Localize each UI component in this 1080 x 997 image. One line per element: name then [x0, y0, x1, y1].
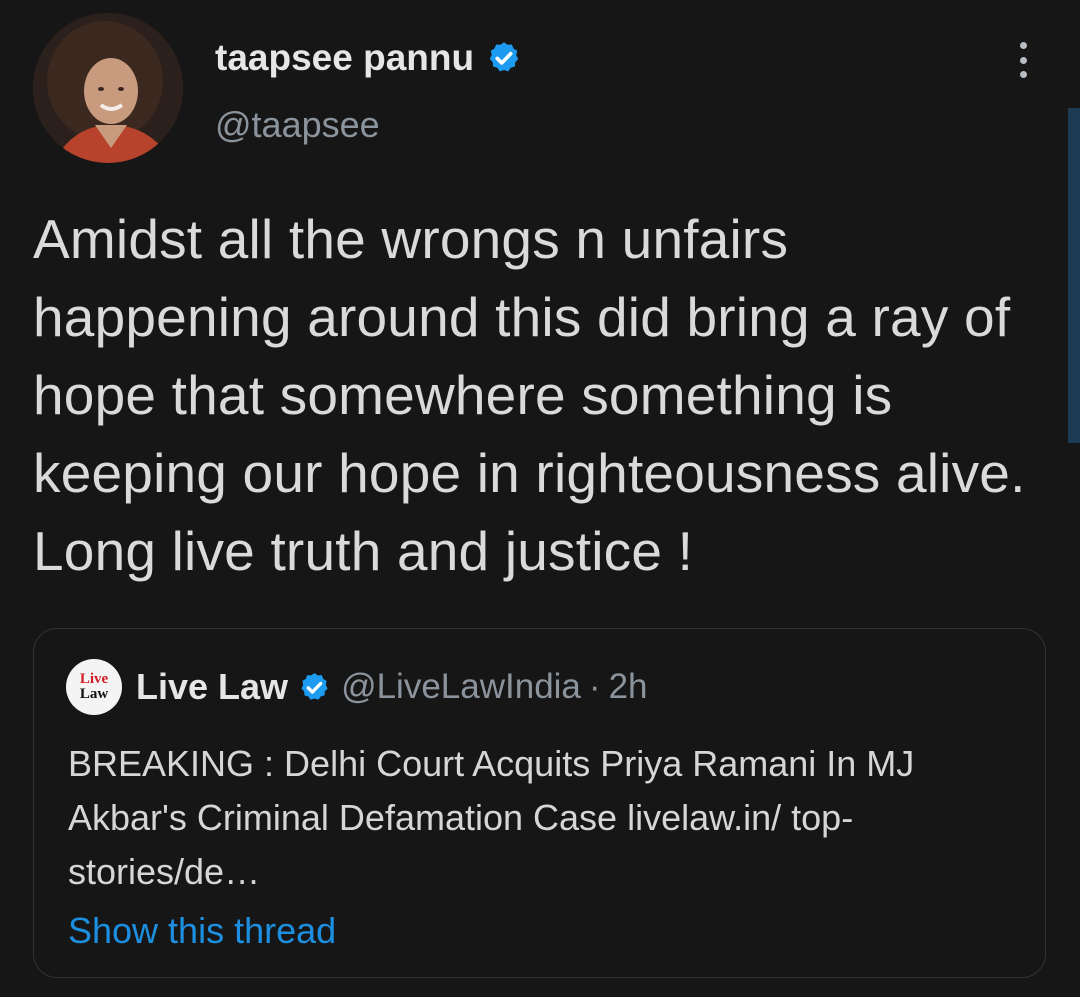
more-vertical-icon[interactable] — [1008, 38, 1038, 82]
verified-badge-icon — [486, 40, 522, 76]
display-name[interactable]: taapsee pannu — [215, 36, 522, 80]
display-name-text: taapsee pannu — [215, 37, 475, 78]
scrollbar[interactable] — [1068, 108, 1080, 443]
verified-badge-icon — [298, 671, 331, 704]
dot — [1019, 71, 1027, 78]
quoted-tweet-text: BREAKING : Delhi Court Acquits Priya Ram… — [68, 743, 915, 892]
quoted-handle[interactable]: @LiveLawIndia — [341, 667, 581, 707]
avatar[interactable] — [33, 13, 183, 163]
profile-photo — [33, 13, 183, 163]
tweet-text: Amidst all the wrongs n unfairs happenin… — [33, 208, 1026, 582]
show-thread-link[interactable]: Show this thread — [68, 907, 336, 955]
quoted-tweet-header: Live Law Live Law @LiveLawIndia · 2h — [66, 659, 648, 715]
quoted-tweet-card[interactable]: Live Law Live Law @LiveLawIndia · 2h BRE… — [33, 628, 1046, 978]
user-handle[interactable]: @taapsee — [215, 103, 380, 147]
quoted-display-name[interactable]: Live Law — [136, 666, 288, 708]
livelaw-logo-avatar[interactable]: Live Law — [66, 659, 122, 715]
tweet: taapsee pannu @taapsee Amidst all the wr… — [0, 0, 1080, 997]
separator-dot: · — [588, 667, 601, 706]
quoted-timestamp[interactable]: 2h — [609, 667, 648, 707]
dot — [1019, 42, 1027, 49]
dot — [1019, 56, 1027, 64]
